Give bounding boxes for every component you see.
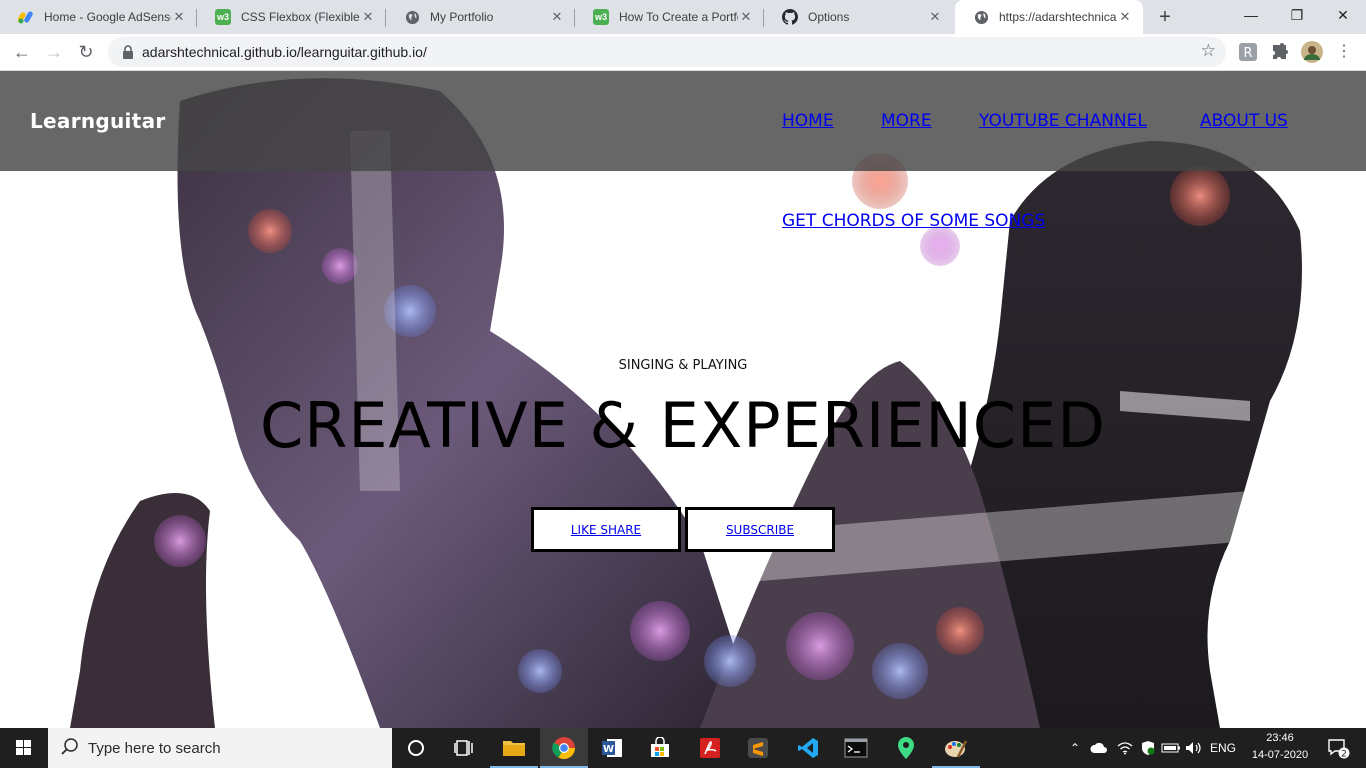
nav-link-youtube-channel[interactable]: YOUTUBE CHANNEL <box>979 111 1147 131</box>
tab-title: My Portfolio <box>430 10 494 24</box>
globe-icon <box>404 9 420 25</box>
forward-arrow-icon[interactable]: → <box>40 38 68 66</box>
start-button[interactable] <box>0 728 48 768</box>
browser-tab-strip: Home - Google AdSense ✕ w3 CSS Flexbox (… <box>0 0 1366 34</box>
github-icon <box>782 9 798 25</box>
windows-taskbar: Type here to search W ⌃ ENG 23:46 14-07-… <box>0 728 1366 768</box>
address-url: adarshtechnical.github.io/learnguitar.gi… <box>142 44 427 60</box>
minimize-button[interactable]: — <box>1228 0 1274 30</box>
reload-icon[interactable]: ↻ <box>72 38 100 66</box>
tab-title: CSS Flexbox (Flexible Box) <box>241 10 360 24</box>
page-viewport: Learnguitar HOME MORE YOUTUBE CHANNEL AB… <box>0 71 1366 728</box>
close-tab-icon[interactable]: ✕ <box>171 9 187 25</box>
clock-date: 14-07-2020 <box>1251 749 1309 761</box>
address-bar[interactable]: adarshtechnical.github.io/learnguitar.gi… <box>108 37 1226 67</box>
profile-avatar[interactable] <box>1301 41 1323 63</box>
sublime-text-icon[interactable] <box>734 728 782 768</box>
lock-icon <box>123 45 133 59</box>
close-tab-icon[interactable]: ✕ <box>927 9 943 25</box>
close-tab-icon[interactable]: ✕ <box>549 9 565 25</box>
tab-my-portfolio[interactable]: My Portfolio ✕ <box>386 0 575 34</box>
site-logo-text: Learnguitar <box>30 109 166 133</box>
more-menu-icon[interactable]: ⋮ <box>1330 38 1358 66</box>
adsense-icon <box>18 9 34 25</box>
tab-css-flexbox[interactable]: w3 CSS Flexbox (Flexible Box) ✕ <box>197 0 386 34</box>
vscode-icon[interactable] <box>784 728 832 768</box>
nav-link-about-us[interactable]: ABOUT US <box>1200 111 1288 131</box>
extension-r-icon[interactable]: R <box>1238 42 1258 62</box>
tab-google-adsense[interactable]: Home - Google AdSense ✕ <box>0 0 197 34</box>
close-tab-icon[interactable]: ✕ <box>360 9 376 25</box>
action-center-icon[interactable]: 2 <box>1320 728 1356 768</box>
search-placeholder: Type here to search <box>88 740 221 757</box>
taskbar-search[interactable]: Type here to search <box>48 728 392 768</box>
system-clock[interactable]: 23:46 14-07-2020 <box>1240 730 1320 764</box>
svg-text:W: W <box>603 744 614 755</box>
hero-eyebrow: SINGING & PLAYING <box>618 358 748 373</box>
tab-title: How To Create a Portfolio <box>619 10 738 24</box>
hero-headline: CREATIVE & EXPERIENCED <box>260 389 1106 462</box>
security-shield-icon[interactable] <box>1137 728 1159 768</box>
tab-title: https://adarshtechnical.github.io <box>999 10 1117 24</box>
bookmark-star-icon[interactable]: ☆ <box>1201 41 1216 61</box>
close-tab-icon[interactable]: ✕ <box>1117 9 1133 25</box>
tab-options[interactable]: Options ✕ <box>764 0 953 34</box>
browser-toolbar: ← → ↻ adarshtechnical.github.io/learngui… <box>0 34 1366 71</box>
site-logo[interactable]: Learnguitar <box>30 109 166 133</box>
tab-how-to-create-portfolio[interactable]: w3 How To Create a Portfolio ✕ <box>575 0 764 34</box>
extensions-puzzle-icon[interactable] <box>1270 42 1290 62</box>
site-navbar <box>0 71 1366 171</box>
battery-icon[interactable] <box>1160 728 1182 768</box>
search-icon <box>61 738 78 755</box>
cortana-icon[interactable] <box>392 728 440 768</box>
tab-title: Home - Google AdSense <box>44 10 171 24</box>
nav-link-more[interactable]: MORE <box>881 111 932 131</box>
close-window-button[interactable]: ✕ <box>1320 0 1366 30</box>
nav-link-home[interactable]: HOME <box>782 111 834 131</box>
paint-app-icon[interactable] <box>932 728 980 768</box>
task-view-icon[interactable] <box>440 728 488 768</box>
show-hidden-icons-chevron[interactable]: ⌃ <box>1066 728 1084 768</box>
windows-logo-icon <box>16 740 31 755</box>
onedrive-cloud-icon[interactable] <box>1088 728 1110 768</box>
terminal-icon[interactable] <box>832 728 880 768</box>
close-tab-icon[interactable]: ✕ <box>738 9 754 25</box>
tab-active-learnguitar[interactable]: https://adarshtechnical.github.io ✕ <box>955 0 1143 34</box>
chrome-icon[interactable] <box>540 728 588 768</box>
w3schools-icon: w3 <box>593 9 609 25</box>
file-explorer-icon[interactable] <box>490 728 538 768</box>
maps-pin-icon[interactable] <box>882 728 930 768</box>
input-language[interactable]: ENG <box>1207 728 1239 768</box>
nav-link-get-chords[interactable]: GET CHORDS OF SOME SONGS <box>782 211 1045 231</box>
notification-count: 2 <box>1341 750 1347 760</box>
acrobat-reader-icon[interactable] <box>686 728 734 768</box>
wifi-icon[interactable] <box>1114 728 1136 768</box>
new-tab-button[interactable]: + <box>1152 4 1178 30</box>
like-share-button[interactable]: LIKE SHARE <box>531 507 681 552</box>
subscribe-button[interactable]: SUBSCRIBE <box>685 507 835 552</box>
back-arrow-icon[interactable]: ← <box>8 38 36 66</box>
globe-icon <box>973 9 989 25</box>
clock-time: 23:46 <box>1266 732 1294 744</box>
restore-button[interactable]: ❐ <box>1274 0 1320 30</box>
svg-text:R: R <box>1243 46 1252 61</box>
tab-title: Options <box>808 10 850 24</box>
word-icon[interactable]: W <box>588 728 636 768</box>
w3schools-icon: w3 <box>215 9 231 25</box>
volume-icon[interactable] <box>1183 728 1205 768</box>
microsoft-store-icon[interactable] <box>636 728 684 768</box>
